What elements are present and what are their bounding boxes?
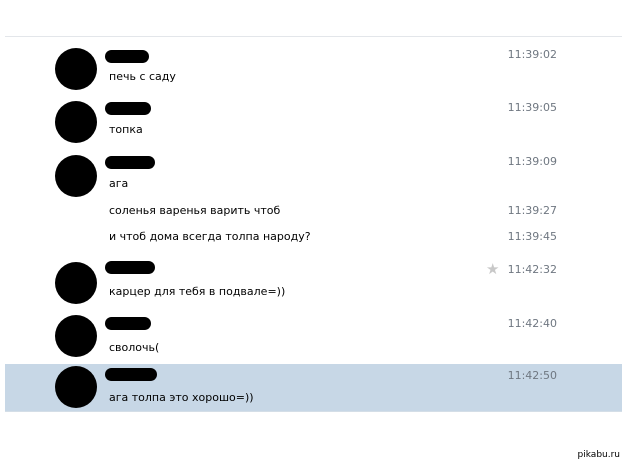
message-time: 11:39:27 [507, 204, 557, 217]
message-text: карцер для тебя в подвале=)) [109, 285, 286, 298]
message-time: 11:39:09 [507, 155, 557, 168]
sender-name-redacted[interactable] [105, 317, 151, 330]
sender-name-redacted[interactable] [105, 261, 155, 274]
star-icon[interactable]: ★ [486, 262, 499, 277]
message-item[interactable]: и чтоб дома всегда толпа народу? 11:39:4… [5, 225, 622, 253]
avatar[interactable] [55, 48, 97, 90]
watermark: pikabu.ru [577, 450, 620, 460]
message-text: печь с саду [109, 70, 176, 83]
message-group[interactable]: ага 11:39:09 [5, 143, 622, 199]
message-item[interactable]: соленья варенья варить чтоб 11:39:27 [5, 199, 622, 225]
message-text: ага [109, 177, 129, 190]
avatar[interactable] [55, 101, 97, 143]
message-time: 11:42:50 [507, 369, 557, 382]
message-group[interactable]: печь с саду 11:39:02 [5, 37, 622, 90]
message-text: топка [109, 123, 143, 136]
avatar[interactable] [55, 366, 97, 408]
message-group[interactable]: карцер для тебя в подвале=)) ★ 11:42:32 [5, 253, 622, 310]
sender-name-redacted[interactable] [105, 102, 151, 115]
message-time: 11:39:05 [507, 101, 557, 114]
message-time: 11:42:40 [507, 317, 557, 330]
sender-name-redacted[interactable] [105, 368, 157, 381]
avatar[interactable] [55, 315, 97, 357]
sender-name-redacted[interactable] [105, 50, 149, 63]
sender-name-redacted[interactable] [105, 156, 155, 169]
message-text: и чтоб дома всегда толпа народу? [109, 230, 311, 243]
message-time: 11:39:02 [507, 48, 557, 61]
message-group[interactable]: топка 11:39:05 [5, 90, 622, 143]
history-bottom-divider [5, 411, 622, 412]
message-text: сволочь( [109, 341, 160, 354]
avatar[interactable] [55, 155, 97, 197]
message-group-selected[interactable]: ага толпа это хорошо=)) 11:42:50 [5, 364, 622, 411]
message-group[interactable]: сволочь( 11:42:40 [5, 310, 622, 363]
message-history[interactable]: печь с саду 11:39:02 топка 11:39:05 ага … [5, 37, 622, 411]
avatar[interactable] [55, 262, 97, 304]
message-text: соленья варенья варить чтоб [109, 204, 281, 217]
message-text: ага толпа это хорошо=)) [109, 391, 254, 404]
message-time: 11:42:32 [507, 263, 557, 276]
message-time: 11:39:45 [507, 230, 557, 243]
